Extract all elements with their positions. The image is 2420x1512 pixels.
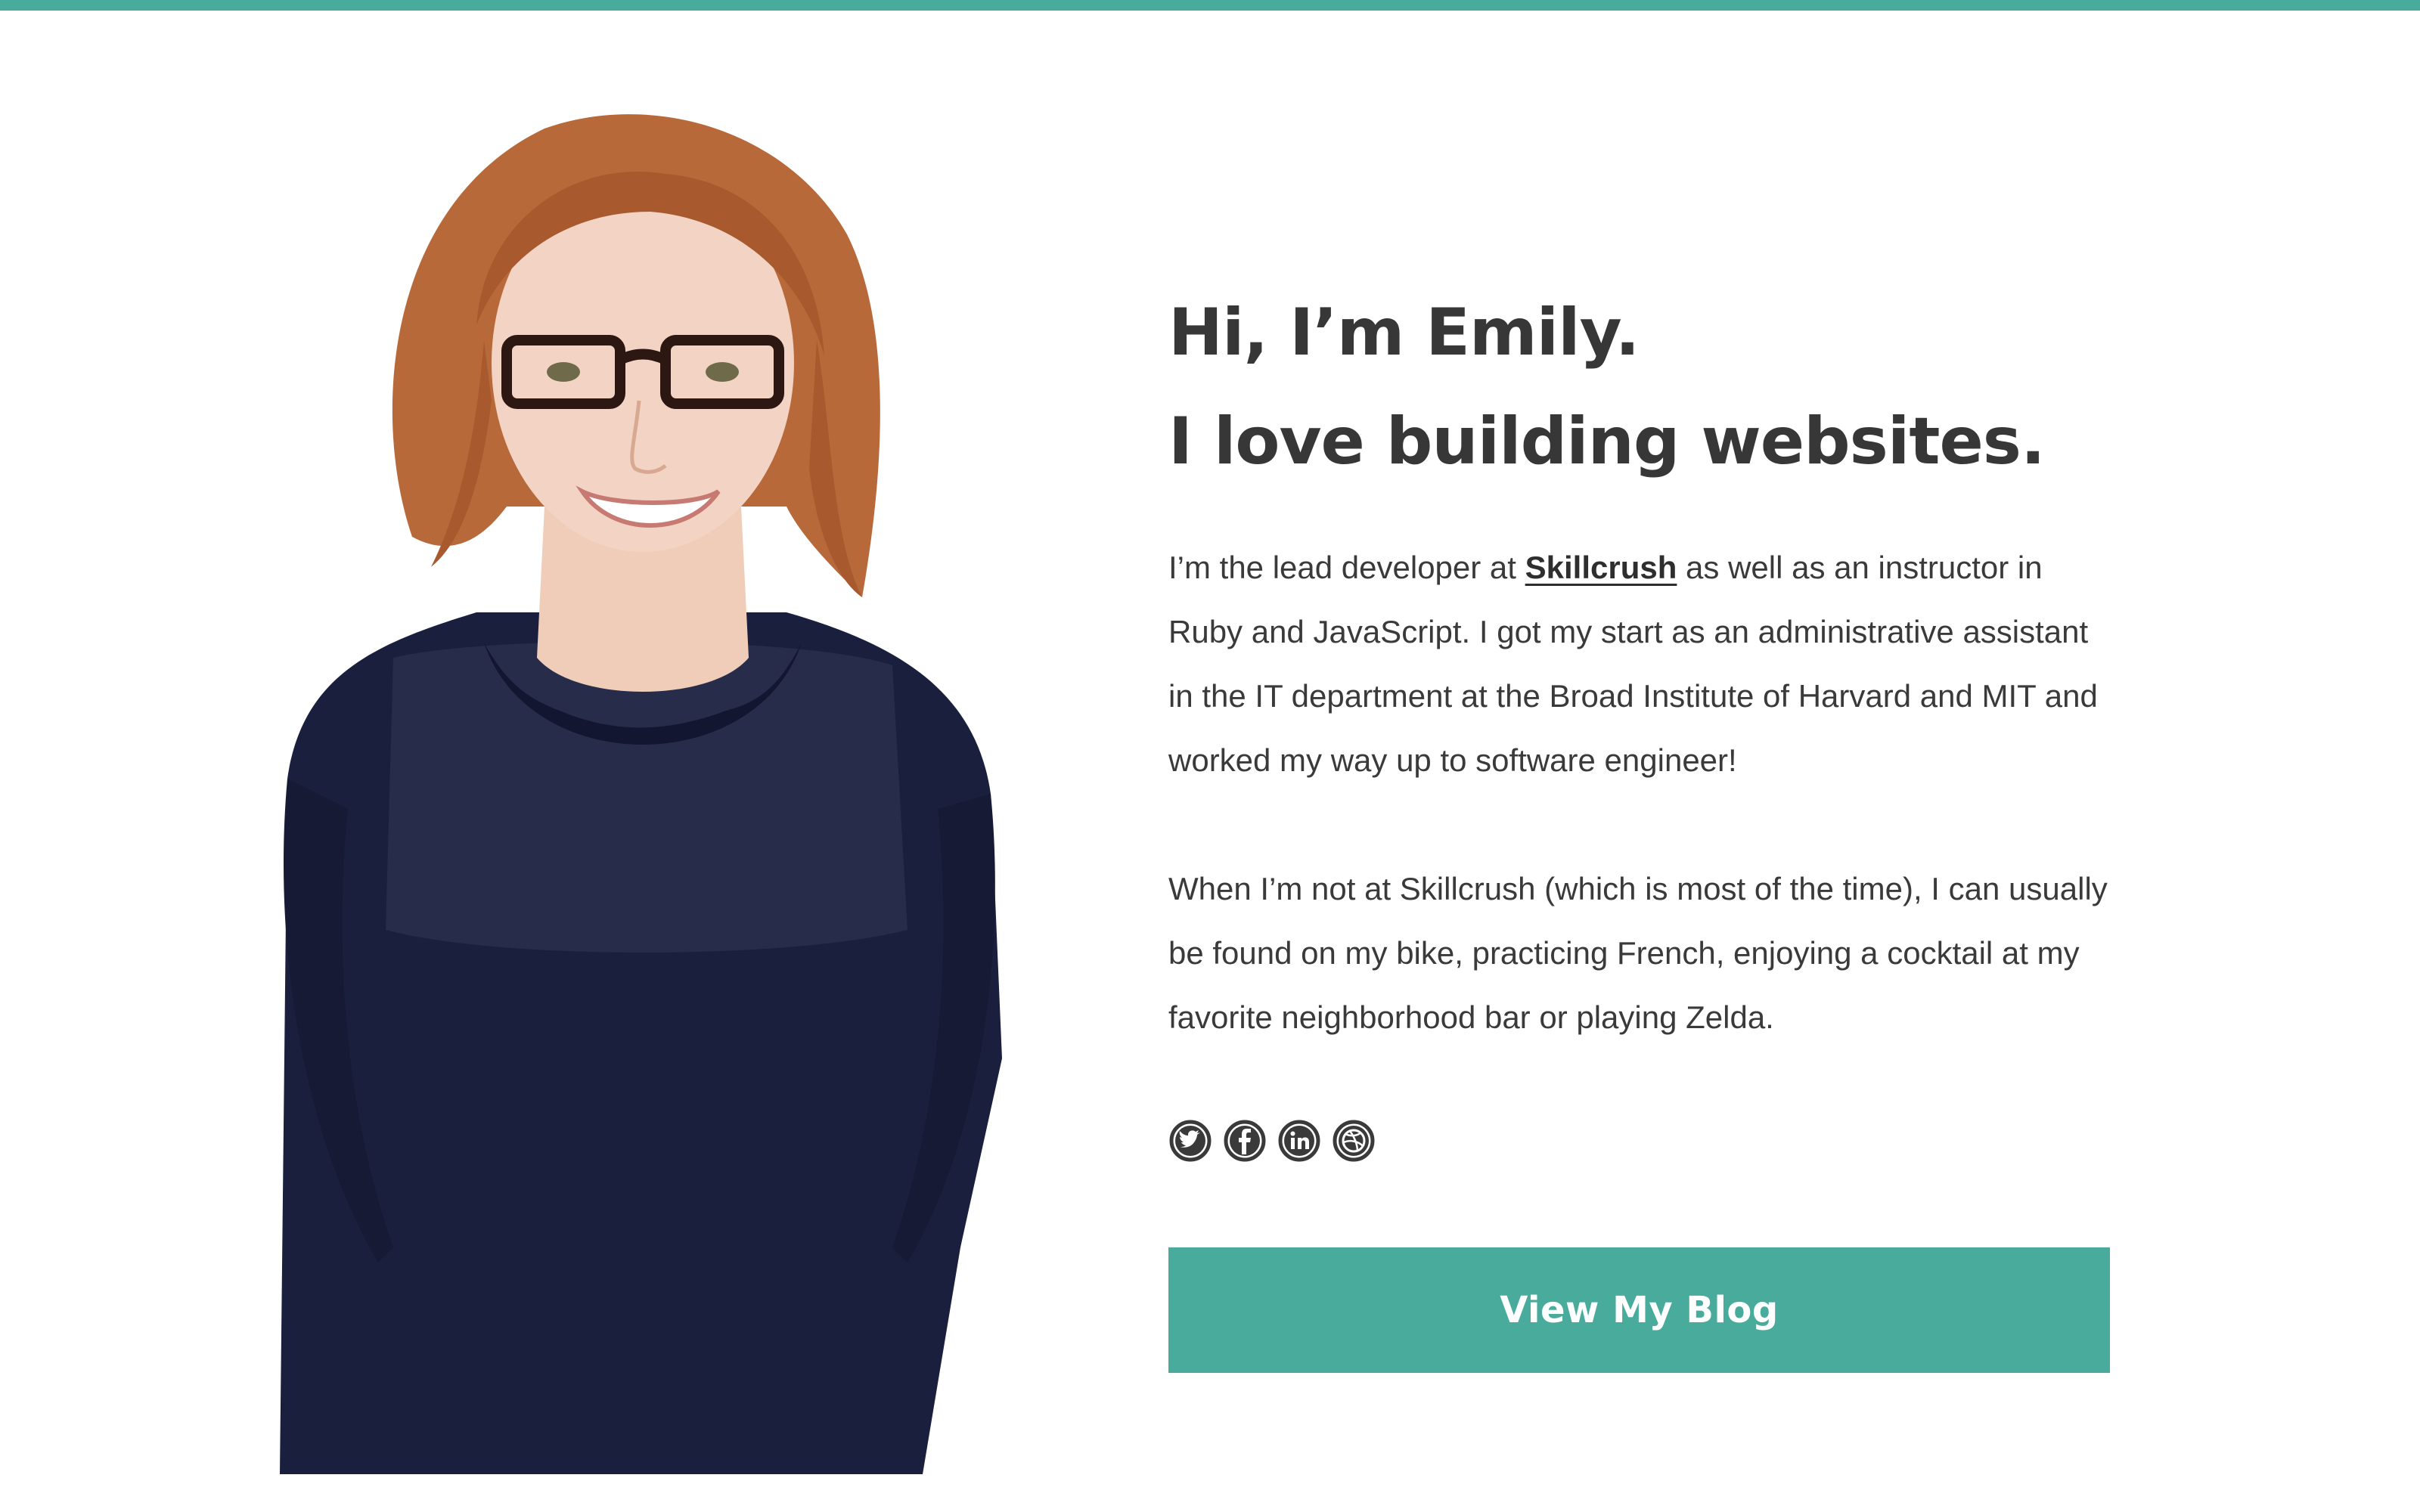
bio-paragraph-2: When I’m not at Skillcrush (which is mos… [1168,871,2108,1035]
linkedin-link[interactable] [1277,1119,1321,1163]
twitter-link[interactable] [1168,1119,1212,1163]
top-accent-bar [0,0,2420,11]
facebook-link[interactable] [1223,1119,1267,1163]
view-blog-button[interactable]: View My Blog [1168,1247,2110,1373]
bio-paragraph-1: I’m the lead developer at Skillcrush as … [1168,535,2114,792]
social-links [1168,1119,2114,1163]
facebook-icon [1224,1120,1266,1162]
headline-tagline: I love building websites. [1168,404,2046,479]
linkedin-icon [1278,1120,1320,1162]
dribbble-icon [1333,1120,1375,1162]
intro-section: Hi, I’m Emily. I love building websites.… [1168,278,2114,1373]
bio-p1-text-start: I’m the lead developer at [1168,550,1525,585]
skillcrush-link[interactable]: Skillcrush [1525,550,1677,585]
headline-greeting: Hi, I’m Emily. [1168,295,1640,370]
twitter-icon [1169,1120,1212,1162]
page-headline: Hi, I’m Emily. I love building websites. [1168,278,2114,496]
dribbble-link[interactable] [1332,1119,1376,1163]
portrait-photo [280,114,1002,1474]
